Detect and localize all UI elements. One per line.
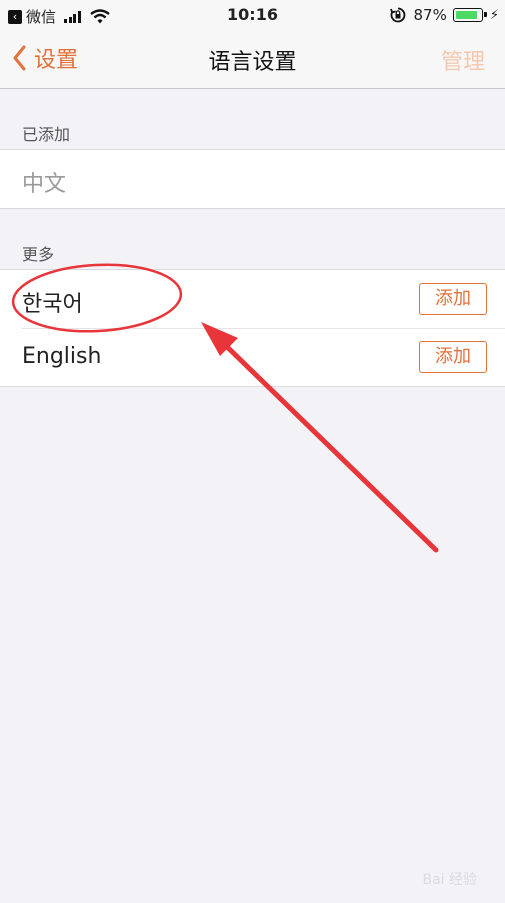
watermark: Bai 经验	[422, 872, 477, 888]
rotation-lock-icon	[389, 7, 405, 23]
list-item-english: English 添加	[0, 328, 505, 386]
status-right: 87% ⚡	[389, 6, 499, 24]
status-bar: ‹ 微信 10:16 87% ⚡	[0, 0, 505, 30]
section-header-added: 已添加	[22, 125, 71, 144]
language-label: English	[22, 344, 102, 369]
battery-percent: 87%	[413, 6, 447, 24]
annotation-overlay	[11, 263, 439, 553]
charging-bolt-icon: ⚡	[489, 7, 499, 23]
section-header-more: 更多	[22, 245, 55, 264]
add-korean-button[interactable]: 添加	[419, 283, 487, 315]
navigation-bar: 设置 语言设置 管理	[0, 30, 505, 89]
battery-icon	[452, 8, 487, 22]
more-language-list: 한국어 添加 English 添加	[0, 269, 505, 387]
language-label: 中文	[22, 172, 67, 197]
list-item-korean: 한국어 添加	[0, 270, 505, 328]
battery-fill	[455, 11, 477, 19]
language-label: 한국어	[22, 292, 83, 317]
manage-button[interactable]: 管理	[441, 44, 485, 76]
add-english-button[interactable]: 添加	[419, 341, 487, 373]
page-title: 语言设置	[208, 50, 297, 75]
added-language-list: 中文	[0, 149, 505, 209]
list-item-chinese: 中文	[0, 150, 505, 208]
